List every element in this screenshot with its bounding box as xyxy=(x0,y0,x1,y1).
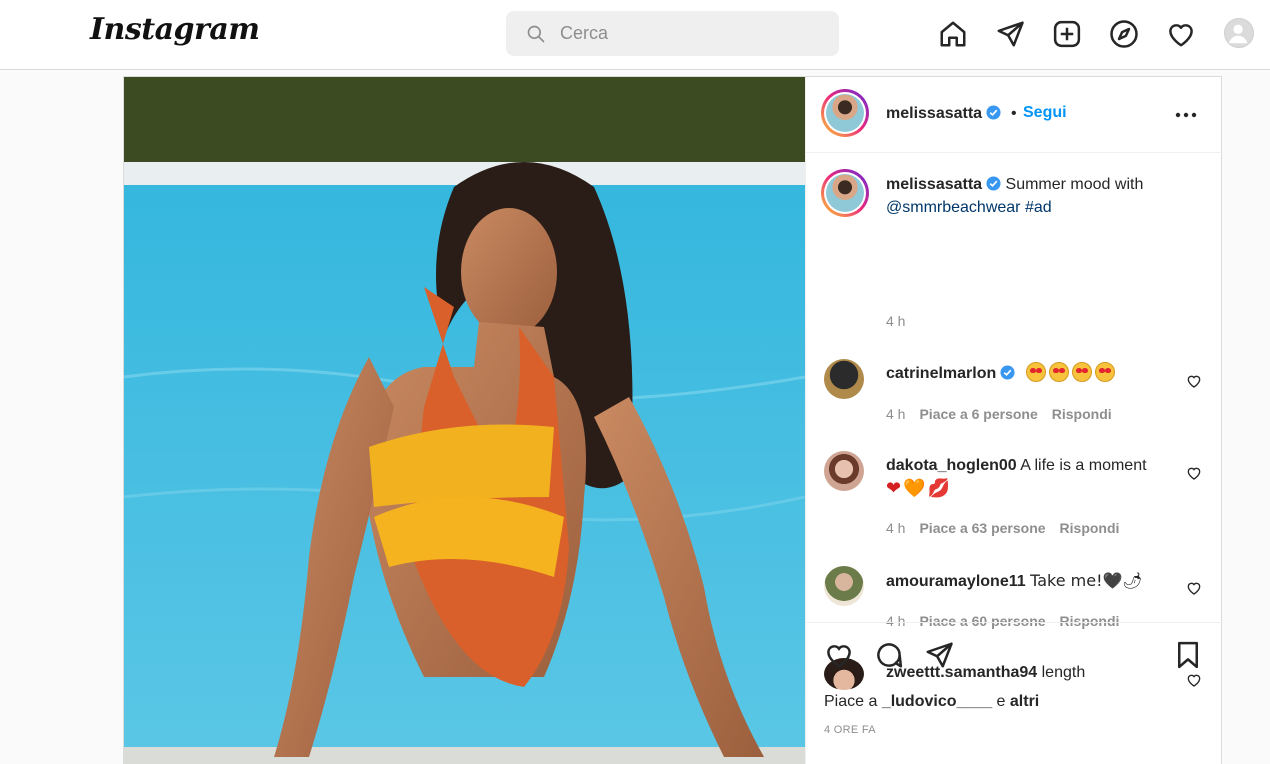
heart-eyes-emoji-icon xyxy=(1048,362,1069,382)
comment-time[interactable]: 4 h xyxy=(886,406,905,422)
comment-time[interactable]: 4 h xyxy=(886,520,905,536)
post-timestamp[interactable]: 4 ORE FA xyxy=(824,724,876,736)
post-header: melissasatta • Segui xyxy=(806,77,1223,153)
bookmark-icon[interactable] xyxy=(1173,640,1203,670)
post-image[interactable] xyxy=(124,77,805,764)
user-icon xyxy=(1228,24,1248,44)
heart-eyes-emoji-icon xyxy=(1094,362,1115,382)
caption-body: melissasatta Summer mood with @smmrbeach… xyxy=(886,173,1186,219)
comment-username[interactable]: amouramaylone11 xyxy=(886,573,1026,590)
profile-avatar[interactable] xyxy=(1224,18,1254,48)
comment-meta: 4 h Piace a 6 persone Rispondi xyxy=(886,406,1126,422)
caption-author-avatar[interactable] xyxy=(821,169,869,217)
comment-likes[interactable]: Piace a 63 persone xyxy=(919,520,1045,536)
likes-prefix: Piace a xyxy=(824,693,882,710)
likes-summary: Piace a _ludovico____ e altri xyxy=(824,693,1039,711)
comment-emojis: ❤🧡💋 xyxy=(886,478,952,499)
share-icon[interactable] xyxy=(924,640,954,670)
likes-mid: e xyxy=(992,693,1010,710)
comment-avatar[interactable] xyxy=(824,359,864,399)
search-icon xyxy=(527,25,545,42)
author-username[interactable]: melissasatta xyxy=(886,105,1001,123)
caption-hashtag[interactable]: #ad xyxy=(1025,199,1052,216)
heart-eyes-emoji-icon xyxy=(1025,362,1046,382)
direct-button[interactable] xyxy=(993,17,1027,51)
reply-button[interactable]: Rispondi xyxy=(1052,406,1112,422)
search-input[interactable] xyxy=(560,23,820,44)
home-icon xyxy=(940,21,966,47)
new-post-icon xyxy=(1053,20,1081,48)
verified-badge-icon xyxy=(986,176,1001,191)
pool-photo-illustration xyxy=(124,77,805,764)
caption-message: Summer mood with xyxy=(1005,176,1144,193)
heart-eyes-emojis xyxy=(1025,362,1118,382)
comment-avatar[interactable] xyxy=(824,451,864,491)
more-options-button[interactable] xyxy=(1172,103,1200,127)
caption-meta: 4 h xyxy=(886,313,919,329)
post-sidebar: melissasatta • Segui melissasatta Summer… xyxy=(805,77,1223,764)
activity-button[interactable] xyxy=(1164,17,1198,51)
caption-time[interactable]: 4 h xyxy=(886,313,905,329)
home-button[interactable] xyxy=(936,17,970,51)
likes-others[interactable]: altri xyxy=(1010,693,1039,710)
author-avatar[interactable] xyxy=(821,89,869,137)
post-actions: Piace a _ludovico____ e altri 4 ORE FA xyxy=(806,622,1223,757)
comment-3: amouramaylone11 Take me!🖤🌶 xyxy=(886,569,1186,593)
instagram-logo[interactable]: Instagram xyxy=(90,12,260,47)
comment-1: catrinelmarlon xyxy=(886,362,1186,385)
comment-username[interactable]: dakota_hoglen00 xyxy=(886,457,1017,474)
like-comment-heart-icon[interactable] xyxy=(1186,465,1202,481)
top-navigation-bar: Instagram xyxy=(0,0,1270,70)
like-heart-icon[interactable] xyxy=(824,640,854,670)
like-comment-heart-icon[interactable] xyxy=(1186,580,1202,596)
search-box[interactable] xyxy=(506,11,839,56)
caption-mention[interactable]: @smmrbeachwear xyxy=(886,199,1021,216)
like-comment-heart-icon[interactable] xyxy=(1186,373,1202,389)
caption-username[interactable]: melissasatta xyxy=(886,176,982,193)
comment-message: A life is a moment xyxy=(1020,457,1147,474)
explore-button[interactable] xyxy=(1107,17,1141,51)
new-post-button[interactable] xyxy=(1050,17,1084,51)
comment-likes[interactable]: Piace a 6 persone xyxy=(919,406,1037,422)
follow-button[interactable]: Segui xyxy=(1023,104,1067,122)
comment-2: dakota_hoglen00 A life is a moment ❤🧡💋 xyxy=(886,454,1186,500)
reply-button[interactable]: Rispondi xyxy=(1060,520,1120,536)
comment-username[interactable]: catrinelmarlon xyxy=(886,365,996,382)
direct-icon xyxy=(997,21,1024,47)
likes-user[interactable]: _ludovico____ xyxy=(882,693,992,710)
separator-dot: • xyxy=(1011,105,1017,122)
verified-badge-icon xyxy=(1000,365,1015,380)
comment-avatar[interactable] xyxy=(824,566,864,606)
comment-meta: 4 h Piace a 63 persone Rispondi xyxy=(886,520,1133,536)
nav-icons xyxy=(936,17,1221,51)
comment-bubble-icon[interactable] xyxy=(874,640,904,670)
verified-badge-icon xyxy=(986,105,1001,120)
more-icon xyxy=(1175,112,1197,118)
comment-message: Take me!🖤🌶 xyxy=(1030,571,1143,590)
heart-eyes-emoji-icon xyxy=(1071,362,1092,382)
explore-icon xyxy=(1110,20,1138,48)
activity-icon xyxy=(1169,24,1193,47)
post-card: melissasatta • Segui melissasatta Summer… xyxy=(123,76,1223,764)
